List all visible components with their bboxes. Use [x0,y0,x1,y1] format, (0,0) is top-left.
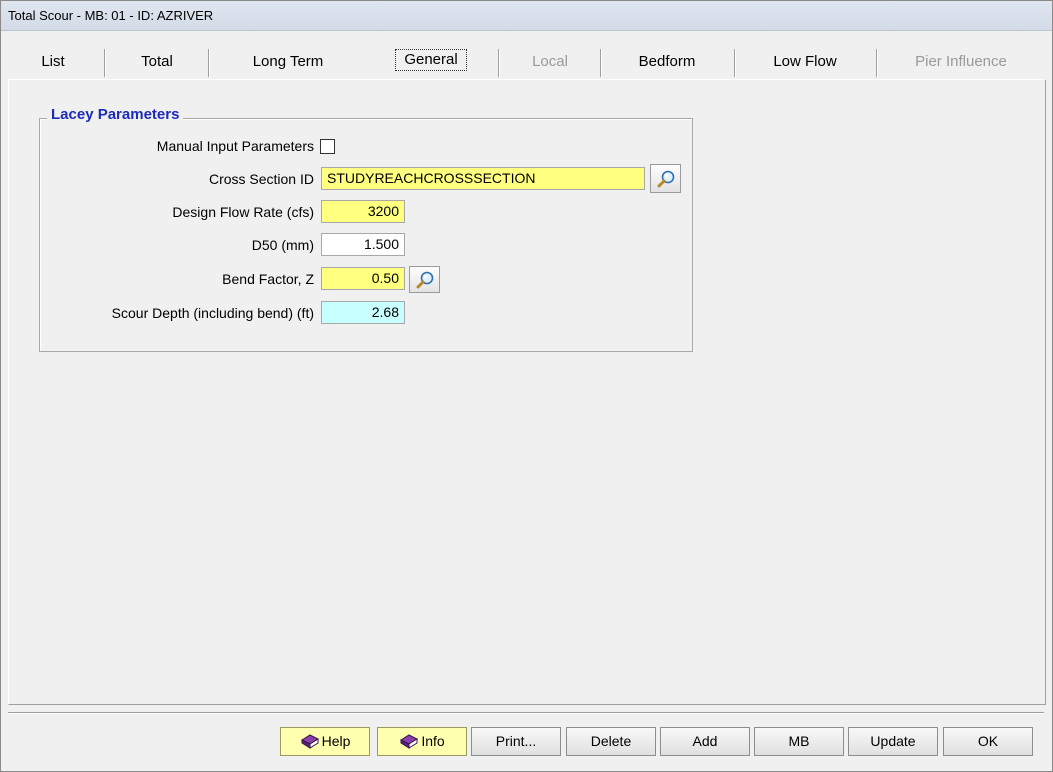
tab-divider [876,49,877,77]
tab-list[interactable]: List [8,46,98,78]
tab-divider [734,49,735,77]
book-icon [300,734,319,750]
book-icon [400,734,419,750]
tab-divider [104,49,105,77]
group-title: Lacey Parameters [47,106,184,123]
tab-bedform[interactable]: Bedform [602,46,732,78]
scour-depth-field: 2.68 [321,301,405,324]
tab-label: Bedform [638,53,696,70]
bottom-separator [8,712,1044,713]
tab-low-flow[interactable]: Low Flow [736,46,874,78]
tab-label: Long Term [252,53,324,70]
delete-button[interactable]: Delete [566,727,656,756]
manual-input-checkbox[interactable] [320,139,335,154]
magnifier-icon [657,170,675,188]
tab-label: List [41,53,65,70]
tab-pier-influence[interactable]: Pier Influence [878,46,1044,78]
add-button[interactable]: Add [660,727,750,756]
manual-input-label: Manual Input Parameters [156,138,314,154]
tab-label: General [395,49,467,71]
magnifier-icon [416,271,434,289]
tab-general[interactable]: General [368,44,494,78]
info-button[interactable]: Info [377,727,467,756]
info-label: Info [421,733,445,749]
cross-section-lookup-button[interactable] [650,164,681,193]
bend-factor-label: Bend Factor, Z [222,271,314,287]
tab-long-term[interactable]: Long Term [210,46,366,78]
design-flow-field[interactable]: 3200 [321,200,405,223]
help-label: Help [321,733,351,749]
scour-depth-label: Scour Depth (including bend) (ft) [111,305,314,321]
cross-section-label: Cross Section ID [208,171,314,187]
bend-factor-field[interactable]: 0.50 [321,267,405,290]
mb-button[interactable]: MB [754,727,844,756]
d50-label: D50 (mm) [251,237,314,253]
print-button[interactable]: Print... [471,727,561,756]
d50-field[interactable]: 1.500 [321,233,405,256]
tab-label: Total [141,53,173,70]
tab-divider [208,49,209,77]
window-title: Total Scour - MB: 01 - ID: AZRIVER [8,8,214,23]
tab-local[interactable]: Local [500,46,600,78]
tab-label: Low Flow [773,53,837,70]
help-button[interactable]: Help [280,727,370,756]
cross-section-field[interactable]: STUDYREACHCROSSSECTION [321,167,645,190]
design-flow-label: Design Flow Rate (cfs) [172,204,314,220]
ok-button[interactable]: OK [943,727,1033,756]
tab-label: Pier Influence [915,53,1007,70]
tab-bar: List Total Long Term General Local Bedfo… [8,44,1044,80]
update-button[interactable]: Update [848,727,938,756]
bend-factor-lookup-button[interactable] [409,266,440,293]
tab-label: Local [532,53,568,70]
tab-divider [498,49,499,77]
tab-total[interactable]: Total [106,46,208,78]
tab-divider [600,49,601,77]
title-bar: Total Scour - MB: 01 - ID: AZRIVER [1,1,1052,31]
